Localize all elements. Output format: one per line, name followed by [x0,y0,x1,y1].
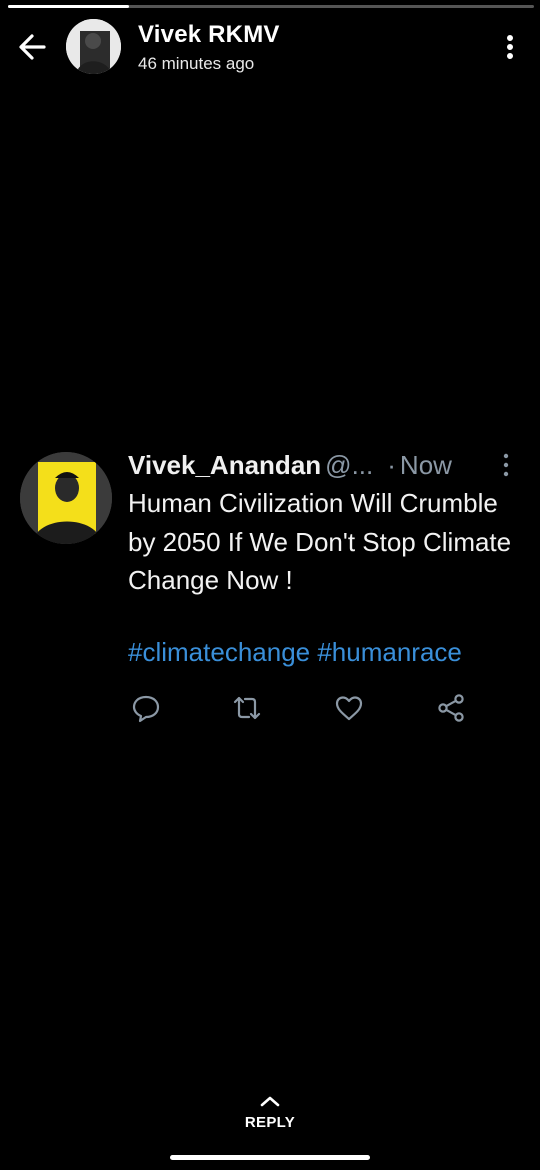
tweet-separator: · [387,450,396,480]
tweet-text: Human Civilization Will Crumble by 2050 … [128,488,512,595]
reply-label[interactable]: REPLY [0,1114,540,1131]
share-button[interactable] [435,692,467,724]
like-button[interactable] [333,692,365,724]
tweet-hashtags[interactable]: #climatechange #humanrace [128,637,462,668]
story-user-avatar[interactable] [66,19,121,74]
shared-tweet-card[interactable]: Vivek_Anandan @... · Now Human Civilization… [0,440,540,740]
tweet-header: Vivek_Anandan @... · Now [128,450,452,481]
tweet-author-handle[interactable]: @... [325,450,373,480]
home-indicator[interactable] [170,1155,370,1160]
comment-icon [132,695,160,723]
story-menu-button[interactable] [496,32,524,62]
story-user-name[interactable]: Vivek RKMV [138,21,280,49]
story-header: Vivek RKMV 46 minutes ago [0,0,540,90]
retweet-icon [233,696,261,720]
share-icon [438,694,464,722]
back-arrow-icon [19,34,46,60]
heart-icon [335,696,363,721]
tweet-author-avatar[interactable] [20,452,112,544]
reply-swipe-area[interactable]: REPLY [0,1090,540,1140]
story-timestamp: 46 minutes ago [138,54,255,73]
comment-button[interactable] [130,692,162,724]
tweet-action-bar [0,692,540,726]
chevron-up-icon [260,1096,280,1107]
more-vertical-icon [507,35,513,59]
more-vertical-icon [503,453,509,477]
tweet-author-name[interactable]: Vivek_Anandan [128,450,321,480]
retweet-button[interactable] [231,692,263,724]
tweet-time: Now [399,450,452,480]
back-button[interactable] [14,28,52,66]
tweet-more-button[interactable] [498,452,514,478]
